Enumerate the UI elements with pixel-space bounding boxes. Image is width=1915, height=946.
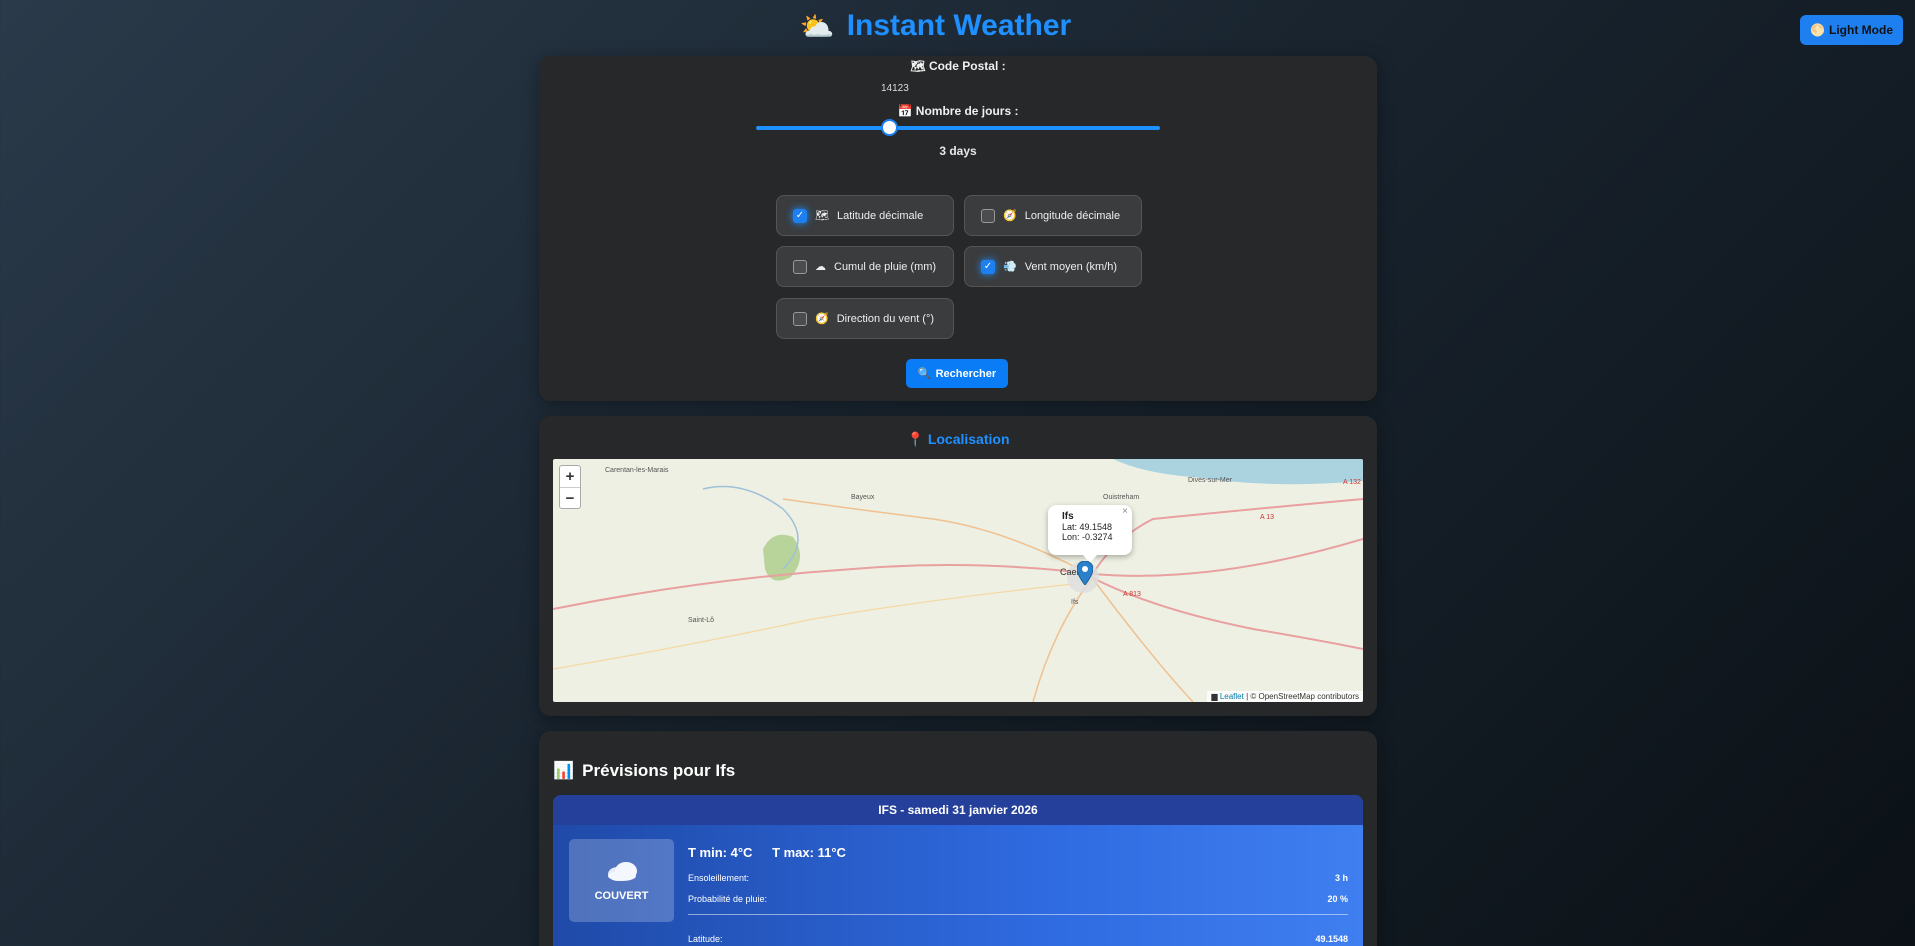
tmin: T min: 4°C: [688, 845, 753, 860]
postal-code-label: 🗺 Code Postal :: [910, 59, 1006, 73]
cloud-icon: [607, 861, 637, 881]
rain-cloud-icon: ☁: [815, 261, 826, 273]
day-header: IFS - samedi 31 janvier 2026: [553, 795, 1363, 825]
days-slider-thumb[interactable]: [881, 119, 899, 136]
map-road-label: A 813: [1123, 591, 1141, 598]
map-attribution: ▆ Leaflet | © OpenStreetMap contributors: [1207, 691, 1363, 702]
map-place-label: Saint-Lô: [688, 617, 715, 624]
latitude-checkbox[interactable]: ✓: [793, 208, 807, 223]
sun-cloud-icon: ⛅: [799, 10, 835, 42]
rain-probability-row: Probabilité de pluie: 20 %: [688, 894, 1348, 904]
map-place-label: Ifs: [1071, 599, 1079, 606]
light-mode-label: Light Mode: [1829, 23, 1893, 37]
latitude-row: Latitude: 49.1548: [688, 934, 1348, 944]
zoom-in-button[interactable]: +: [560, 466, 580, 487]
map-icon: 🗺: [910, 59, 926, 73]
zoom-controls: + −: [559, 465, 581, 509]
map-place-label: Bayeux: [851, 494, 875, 501]
option-wind-direction[interactable]: 🧭 Direction du vent (°): [776, 298, 954, 339]
tmax: T max: 11°C: [772, 845, 846, 860]
map-icon: 🗺: [815, 210, 829, 222]
map-place-label: Carentan-les-Marais: [605, 467, 669, 474]
ukraine-flag-icon: ▆: [1211, 692, 1218, 701]
option-longitude[interactable]: 🧭 Longitude décimale: [964, 195, 1142, 236]
search-card: 🗺 Code Postal : 14123 📅 Nombre de jours …: [539, 56, 1377, 401]
location-card: 📍 Localisation Carentan-les-Marais Bayeu…: [539, 416, 1377, 716]
divider: [688, 914, 1348, 915]
map[interactable]: Carentan-les-Marais Bayeux Ouistreham Di…: [553, 459, 1363, 702]
light-mode-button[interactable]: 🌕 Light Mode: [1800, 15, 1903, 45]
rain-checkbox[interactable]: [793, 259, 807, 274]
days-value: 3 days: [939, 144, 977, 158]
header: ⛅ Instant Weather 🌕 Light Mode: [0, 0, 1915, 52]
close-icon[interactable]: ×: [1122, 506, 1128, 517]
bar-chart-icon: 📊: [553, 761, 575, 780]
leaflet-link[interactable]: Leaflet: [1220, 692, 1244, 701]
compass-icon: 🧭: [815, 313, 829, 325]
app-title: ⛅ Instant Weather: [800, 9, 1071, 43]
option-rain[interactable]: ☁ Cumul de pluie (mm): [776, 246, 954, 287]
search-icon: 🔍: [917, 368, 932, 380]
map-place-label: Ouistreham: [1103, 494, 1140, 501]
search-button[interactable]: 🔍 Rechercher: [906, 359, 1008, 388]
compass-icon: 🧭: [1003, 210, 1017, 222]
map-road-label: A 13: [1260, 514, 1275, 521]
forecast-card: 📊 Prévisions pour Ifs IFS - samedi 31 ja…: [539, 731, 1377, 946]
zoom-out-button[interactable]: −: [560, 487, 580, 508]
weather-condition: COUVERT: [594, 889, 649, 902]
temperature-range: T min: 4°C T max: 11°C: [688, 845, 846, 860]
map-place-label: Dives-sur-Mer: [1188, 477, 1232, 484]
days-slider[interactable]: [756, 119, 1160, 136]
pin-icon: 📍: [906, 431, 924, 447]
sunshine-row: Ensoleillement: 3 h: [688, 873, 1348, 883]
option-latitude[interactable]: ✓ 🗺 Latitude décimale: [776, 195, 954, 236]
map-road-label: A 132: [1343, 479, 1361, 486]
wind-checkbox[interactable]: ✓: [981, 259, 995, 274]
popup-title: Ifs: [1062, 511, 1074, 522]
popup-lat: Lat: 49.1548: [1062, 522, 1113, 532]
map-popup: × Ifs Lat: 49.1548 Lon: -0.3274: [1048, 505, 1132, 555]
map-marker-icon[interactable]: [1077, 561, 1093, 585]
forecast-title: 📊 Prévisions pour Ifs: [553, 761, 736, 780]
longitude-checkbox[interactable]: [981, 208, 995, 223]
location-title: 📍 Localisation: [906, 431, 1010, 447]
calendar-icon: 📅: [897, 104, 913, 118]
days-label: 📅 Nombre de jours :: [897, 104, 1019, 118]
map-background: [553, 459, 1363, 702]
postal-code-input[interactable]: 14123: [881, 83, 909, 94]
sun-icon: 🌕: [1810, 23, 1826, 37]
app-title-text: Instant Weather: [846, 9, 1072, 42]
option-wind[interactable]: ✓ 💨 Vent moyen (km/h): [964, 246, 1142, 287]
weather-icon-box: COUVERT: [569, 839, 674, 922]
popup-lon: Lon: -0.3274: [1062, 532, 1113, 542]
day-forecast-card: IFS - samedi 31 janvier 2026 COUVERT T m…: [553, 795, 1363, 946]
wind-icon: 💨: [1003, 261, 1017, 273]
wind-direction-checkbox[interactable]: [793, 311, 807, 326]
